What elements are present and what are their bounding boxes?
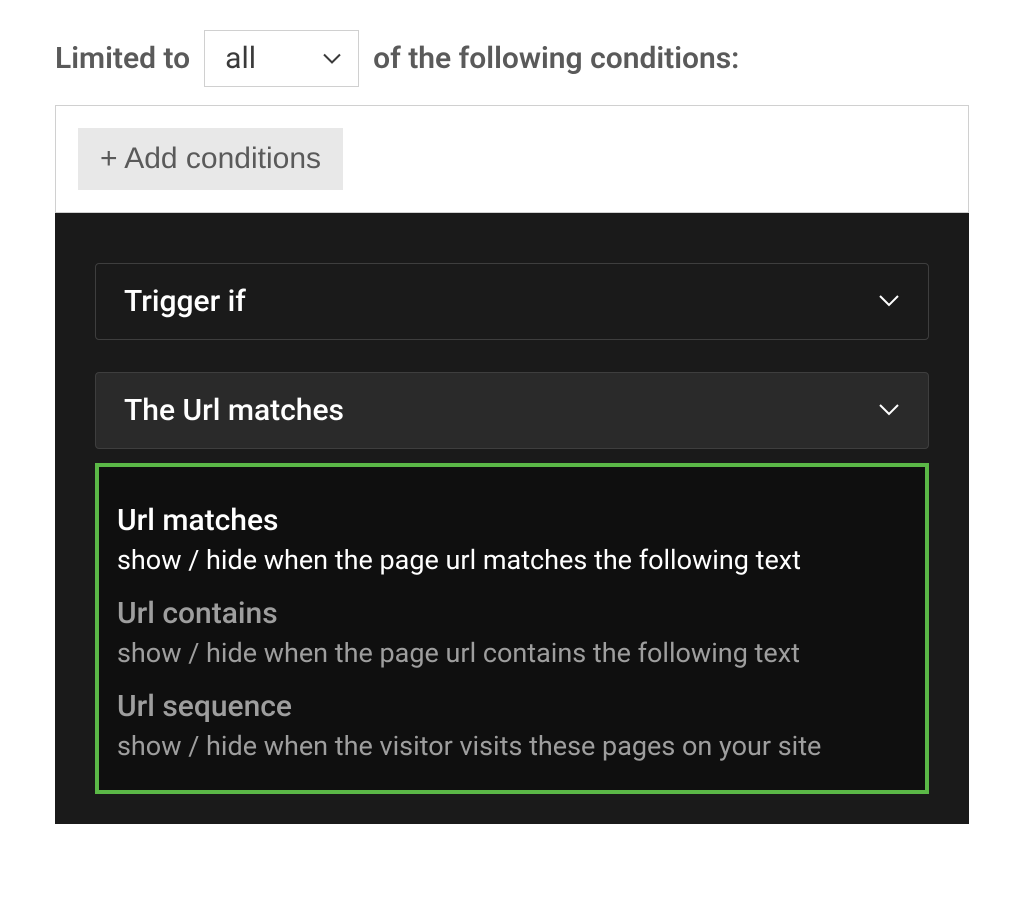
option-description: show / hide when the page url matches th… xyxy=(117,544,907,576)
option-title: Url sequence xyxy=(117,689,907,724)
option-description: show / hide when the visitor visits thes… xyxy=(117,730,907,762)
chevron-down-icon xyxy=(878,401,900,420)
limited-to-suffix: of the following conditions: xyxy=(373,41,739,76)
option-title: Url contains xyxy=(117,596,907,631)
match-type-select[interactable]: all xyxy=(204,30,359,87)
add-conditions-button[interactable]: + Add conditions xyxy=(78,128,343,190)
chevron-down-icon xyxy=(878,292,900,311)
chevron-down-icon xyxy=(322,49,342,68)
option-description: show / hide when the page url contains t… xyxy=(117,637,907,669)
url-matches-dropdown[interactable]: The Url matches xyxy=(95,372,929,449)
limited-to-prefix: Limited to xyxy=(55,41,190,76)
url-matches-label: The Url matches xyxy=(124,393,344,428)
option-url-sequence[interactable]: Url sequence show / hide when the visito… xyxy=(117,689,907,762)
option-url-matches[interactable]: Url matches show / hide when the page ur… xyxy=(117,503,907,576)
trigger-if-label: Trigger if xyxy=(124,284,246,319)
conditions-builder-panel: Trigger if The Url matches Url matches s… xyxy=(55,213,969,824)
option-url-contains[interactable]: Url contains show / hide when the page u… xyxy=(117,596,907,669)
match-type-value: all xyxy=(225,41,256,76)
url-options-list: Url matches show / hide when the page ur… xyxy=(95,463,929,794)
trigger-if-dropdown[interactable]: Trigger if xyxy=(95,263,929,340)
conditions-panel: + Add conditions xyxy=(55,105,969,213)
limited-to-header: Limited to all of the following conditio… xyxy=(55,30,969,87)
option-title: Url matches xyxy=(117,503,907,538)
